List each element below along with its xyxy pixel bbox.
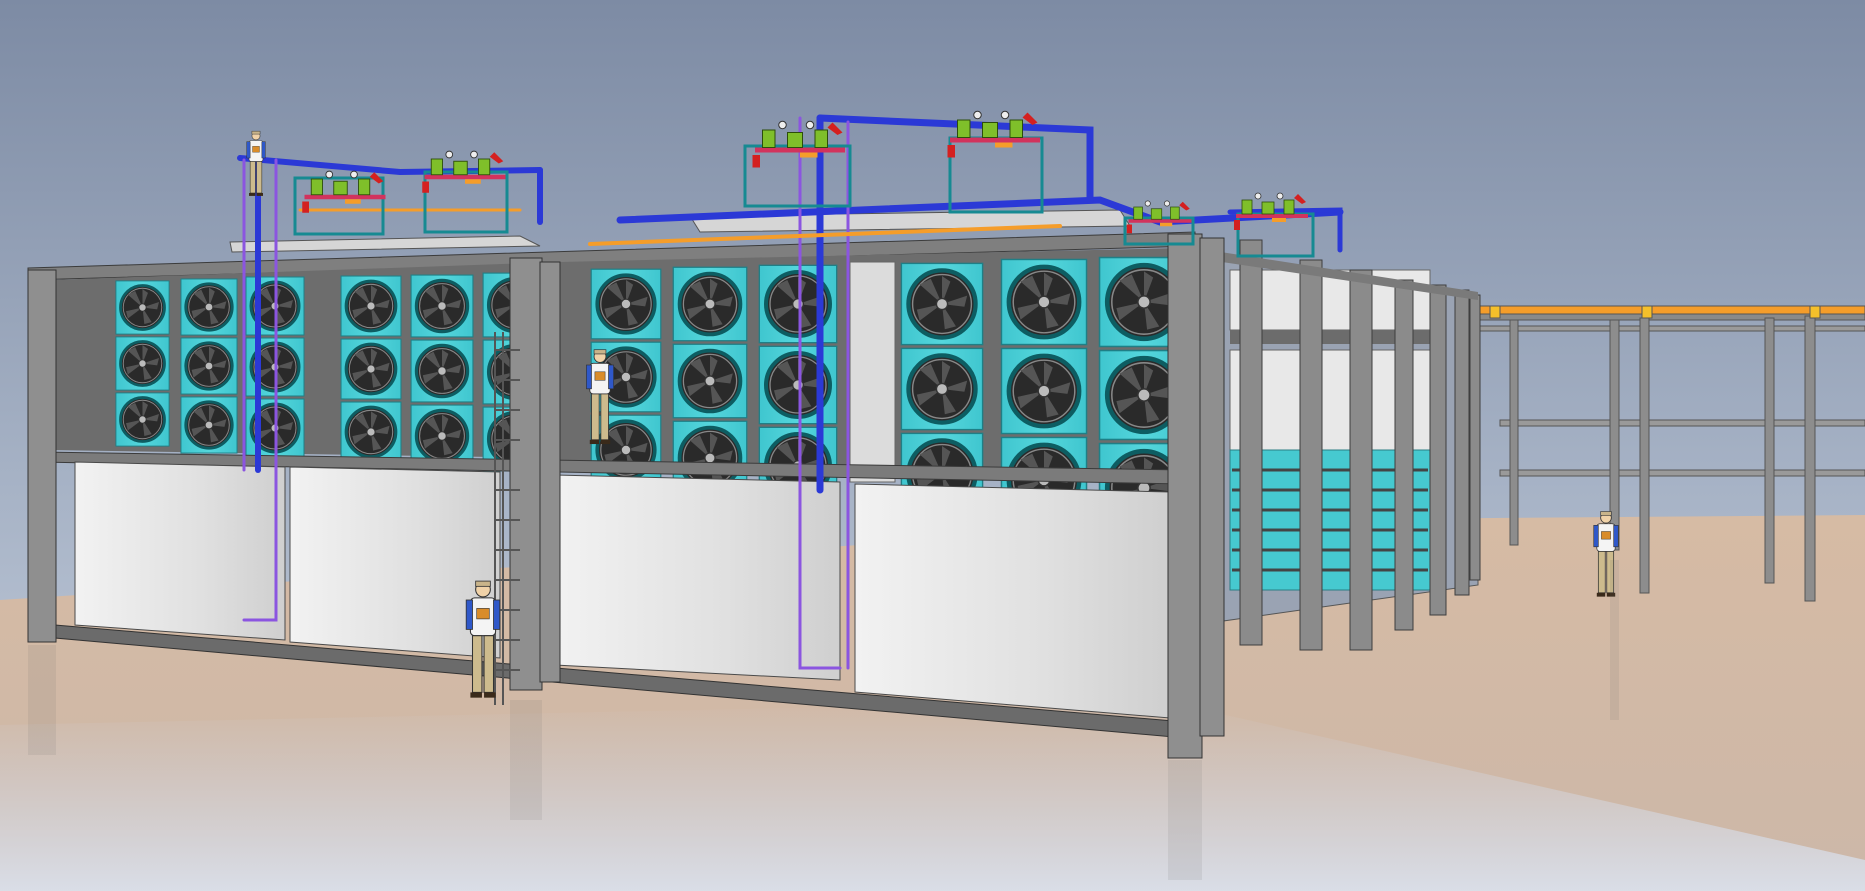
side-receding-frames	[1194, 239, 1481, 651]
left-fan-bank	[50, 262, 560, 472]
cad-scene	[0, 0, 1865, 891]
